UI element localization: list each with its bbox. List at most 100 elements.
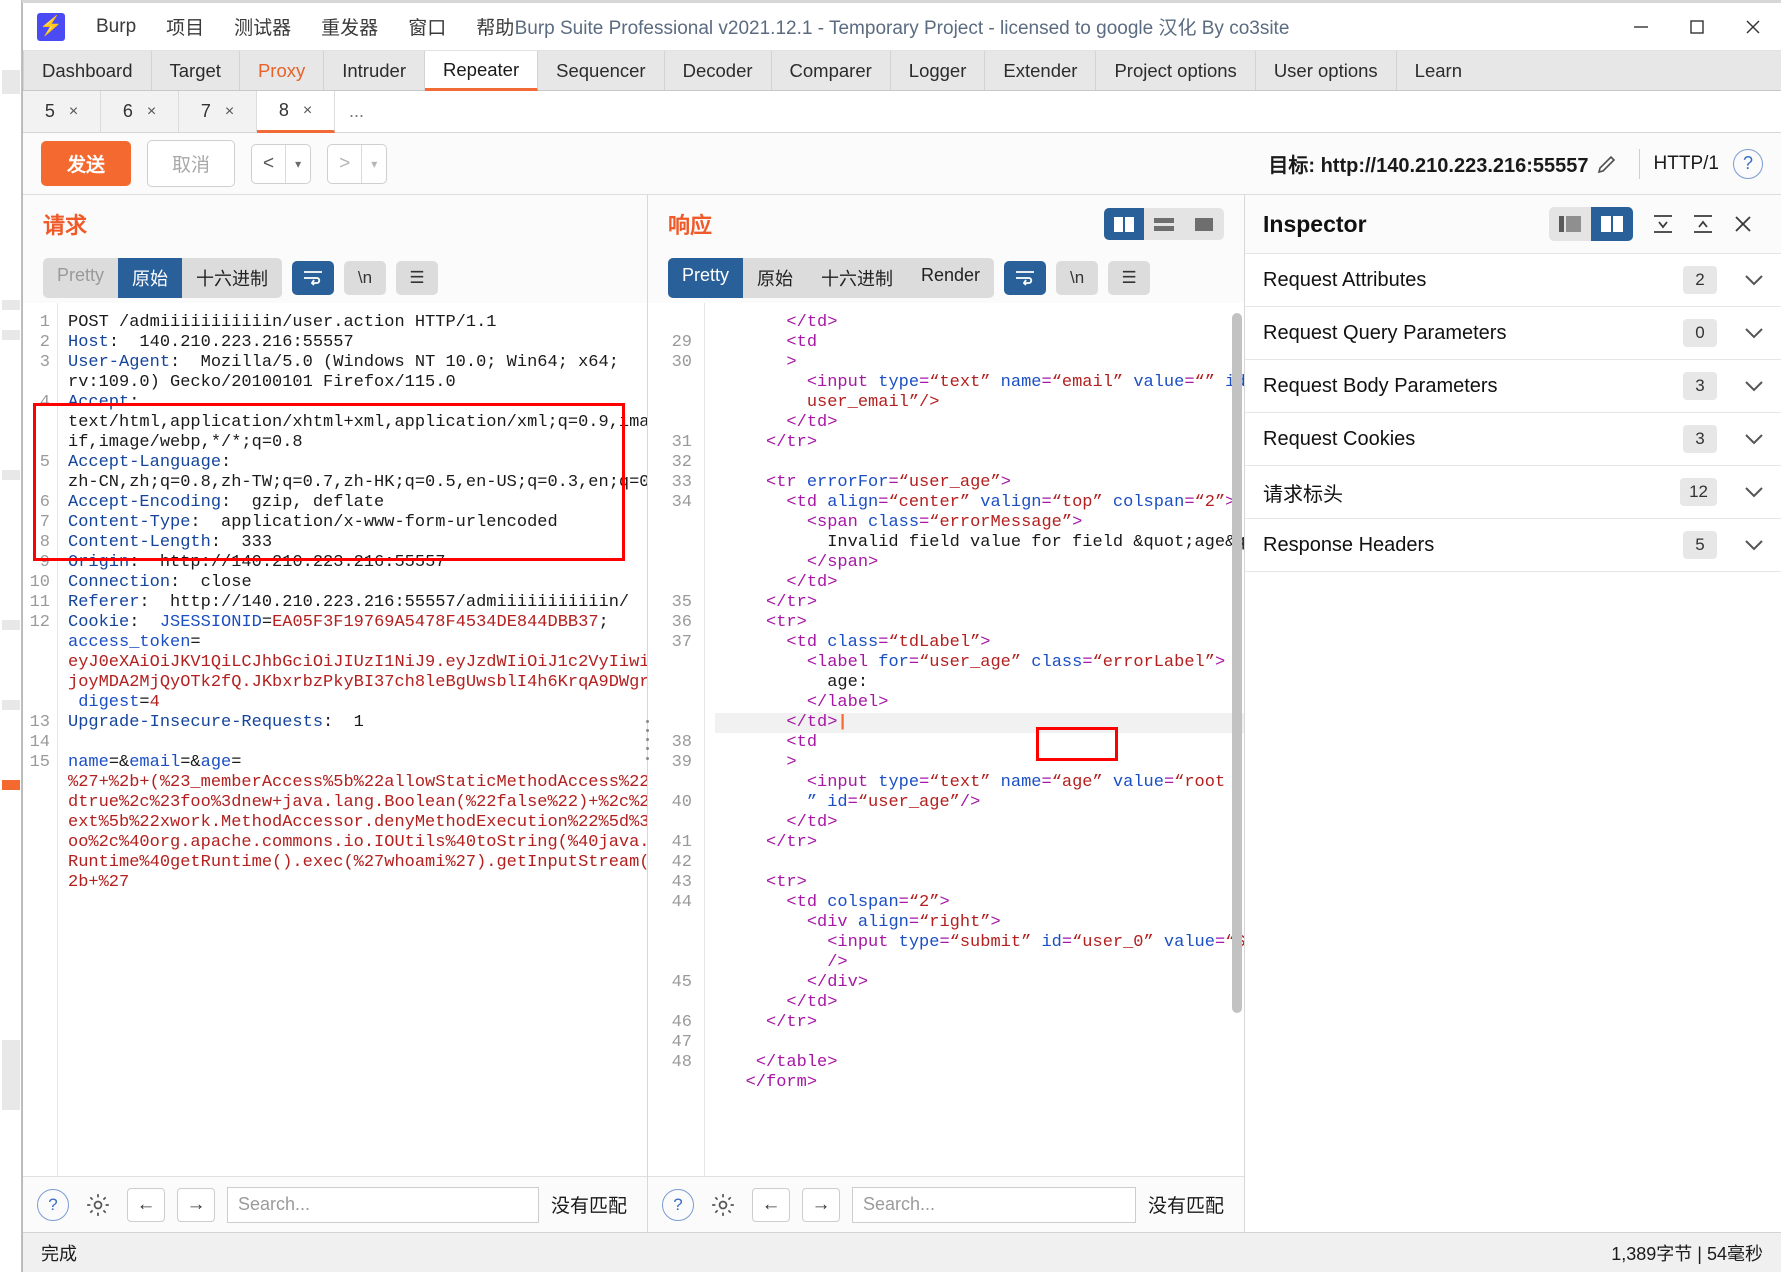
close-icon[interactable]: ×: [225, 103, 234, 121]
tab-target[interactable]: Target: [152, 51, 240, 90]
chevron-down-icon[interactable]: ▾: [285, 144, 310, 183]
cancel-button[interactable]: 取消: [147, 140, 236, 187]
maximize-button[interactable]: [1669, 4, 1725, 50]
request-tab-pretty[interactable]: Pretty: [43, 258, 118, 298]
word-wrap-icon[interactable]: [292, 261, 335, 295]
response-search-input[interactable]: [852, 1186, 1136, 1223]
search-next-button[interactable]: →: [177, 1187, 215, 1222]
help-icon[interactable]: ?: [662, 1188, 694, 1221]
inspector-section-4[interactable]: Request Cookies 3: [1245, 413, 1781, 466]
repeater-tab-7-label: 7: [200, 101, 211, 121]
menu-icon[interactable]: ☰: [396, 261, 439, 295]
request-tab-hex[interactable]: 十六进制: [182, 258, 282, 298]
menu-window[interactable]: 窗口: [393, 7, 461, 46]
response-code[interactable]: </td> <td > <input type=“text” name=“ema…: [704, 303, 1244, 1176]
search-next-button[interactable]: →: [802, 1187, 840, 1222]
request-tab-raw[interactable]: 原始: [118, 258, 183, 298]
inspector-section-6[interactable]: Response Headers 5: [1245, 519, 1781, 572]
tab-sequencer[interactable]: Sequencer: [538, 51, 665, 90]
chevron-down-icon[interactable]: ▾: [361, 144, 386, 183]
chevron-left-icon[interactable]: <: [252, 145, 285, 183]
minimize-button[interactable]: [1613, 4, 1669, 50]
menu-intruder[interactable]: 测试器: [219, 7, 306, 46]
code-line: <tr>: [766, 873, 807, 892]
tab-dashboard[interactable]: Dashboard: [23, 51, 152, 90]
close-icon[interactable]: ×: [147, 103, 156, 121]
tab-user-options[interactable]: User options: [1256, 51, 1397, 90]
chevron-down-icon[interactable]: [1731, 432, 1765, 446]
response-tab-render[interactable]: Render: [907, 258, 994, 298]
http-version-label[interactable]: HTTP/1: [1654, 153, 1719, 175]
response-editor[interactable]: 29 30 31 32 33 34 35 36 37 38 39 40 41 42 43 44 45 46 47 48…: [648, 303, 1244, 1176]
line-number: 40: [671, 793, 692, 812]
inspector-right-icon[interactable]: [1591, 207, 1633, 241]
collapse-all-icon[interactable]: [1683, 207, 1723, 241]
search-prev-button[interactable]: ←: [127, 1187, 165, 1222]
help-icon[interactable]: ?: [1733, 148, 1763, 179]
chevron-down-icon[interactable]: [1731, 273, 1765, 287]
inspector-section-1[interactable]: Request Attributes 2: [1245, 254, 1781, 307]
tab-proxy[interactable]: Proxy: [240, 51, 325, 90]
tab-comparer[interactable]: Comparer: [772, 51, 891, 90]
inspector-title: Inspector: [1263, 210, 1367, 237]
menu-help[interactable]: 帮助: [461, 7, 529, 46]
line-number: 8: [39, 533, 50, 552]
stacked-view-icon[interactable]: [1144, 208, 1184, 240]
expand-all-icon[interactable]: [1643, 207, 1683, 241]
tab-logger[interactable]: Logger: [891, 51, 986, 90]
inspector-section-5[interactable]: 请求标头 12: [1245, 466, 1781, 519]
close-icon[interactable]: ×: [69, 103, 78, 121]
request-search-input[interactable]: [227, 1186, 539, 1223]
pencil-icon[interactable]: [1589, 146, 1625, 182]
menu-project[interactable]: 项目: [151, 7, 219, 46]
chevron-down-icon[interactable]: [1731, 379, 1765, 393]
pane-resize-handle[interactable]: [644, 719, 650, 760]
gear-icon[interactable]: [81, 1188, 115, 1222]
tab-repeater[interactable]: Repeater: [425, 51, 539, 91]
repeater-tab-8[interactable]: 8 ×: [257, 91, 335, 133]
code-line: <input type=“submit” id=“user_0” value=“…: [827, 933, 1244, 952]
response-tab-hex[interactable]: 十六进制: [807, 258, 907, 298]
history-back-button[interactable]: < ▾: [251, 143, 312, 184]
chevron-down-icon[interactable]: [1731, 485, 1765, 499]
response-tab-pretty[interactable]: Pretty: [668, 258, 744, 298]
response-vertical-scrollbar[interactable]: [1232, 303, 1242, 1176]
chevron-right-icon[interactable]: >: [328, 145, 361, 183]
single-view-icon[interactable]: [1184, 208, 1224, 240]
close-icon[interactable]: [1723, 207, 1763, 241]
tab-decoder[interactable]: Decoder: [665, 51, 772, 90]
inspector-left-icon[interactable]: [1549, 207, 1591, 241]
split-view-icon[interactable]: [1104, 208, 1144, 240]
inspector-section-3[interactable]: Request Body Parameters 3: [1245, 360, 1781, 413]
menu-burp[interactable]: Burp: [81, 10, 151, 44]
send-button[interactable]: 发送: [41, 141, 132, 186]
newline-icon[interactable]: \n: [344, 261, 387, 295]
close-button[interactable]: [1725, 4, 1781, 50]
repeater-tab-overflow[interactable]: ...: [335, 91, 387, 132]
title-bar: ⚡ Burp 项目 测试器 重发器 窗口 帮助 Burp Suite Profe…: [23, 3, 1781, 51]
chevron-down-icon[interactable]: [1731, 326, 1765, 340]
tab-extender[interactable]: Extender: [985, 51, 1097, 90]
code-line: >: [786, 353, 797, 372]
tab-learn[interactable]: Learn: [1397, 51, 1480, 90]
gear-icon[interactable]: [706, 1188, 740, 1222]
repeater-tab-6[interactable]: 6 ×: [101, 91, 179, 132]
close-icon[interactable]: ×: [303, 102, 312, 120]
search-prev-button[interactable]: ←: [752, 1187, 790, 1222]
menu-icon[interactable]: ☰: [1108, 261, 1151, 295]
chevron-down-icon[interactable]: [1731, 538, 1765, 552]
tab-intruder[interactable]: Intruder: [324, 51, 425, 90]
help-icon[interactable]: ?: [37, 1188, 69, 1221]
history-forward-button[interactable]: > ▾: [327, 143, 388, 184]
inspector-section-2[interactable]: Request Query Parameters 0: [1245, 307, 1781, 360]
newline-icon[interactable]: \n: [1056, 261, 1099, 295]
word-wrap-icon[interactable]: [1004, 261, 1047, 295]
repeater-tab-5[interactable]: 5 ×: [23, 91, 101, 132]
code-line: digest=4: [68, 693, 160, 712]
menu-repeater[interactable]: 重发器: [306, 7, 393, 46]
request-editor[interactable]: 1 2 3 4 5 6 7 8 9 10 11 12 13 14 15 POST /admiiiiiiiii…: [23, 303, 647, 1176]
request-code[interactable]: POST /admiiiiiiiiiiin/user.action HTTP/1…: [57, 303, 647, 1176]
response-tab-raw[interactable]: 原始: [743, 258, 807, 298]
repeater-tab-7[interactable]: 7 ×: [179, 91, 257, 132]
tab-project-options[interactable]: Project options: [1096, 51, 1256, 90]
